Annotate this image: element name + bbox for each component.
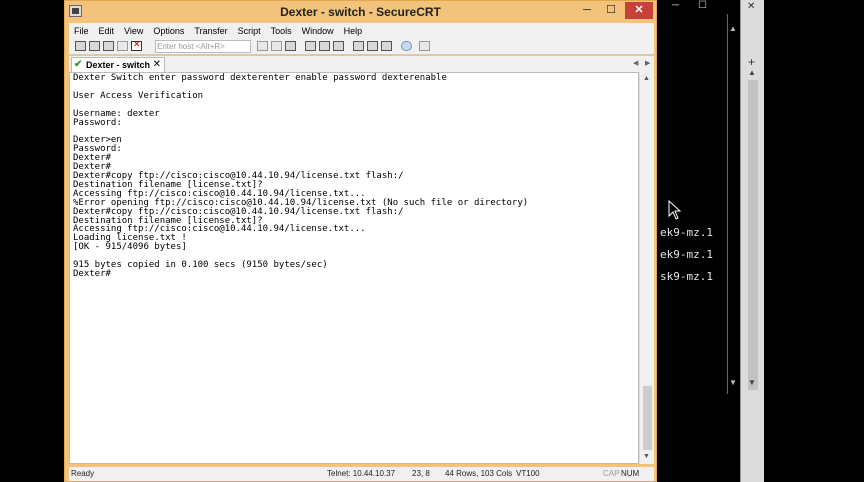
bg-terminal-line: ek9-mz.1 — [660, 226, 713, 239]
menu-bar: File Edit View Options Transfer Script T… — [69, 23, 654, 38]
scroll-up-icon[interactable]: ▲ — [643, 75, 650, 82]
window-title: Dexter - switch - SecureCRT — [280, 5, 441, 19]
panel-scroll-down-icon[interactable]: ▼ — [748, 378, 756, 387]
tab-next-icon[interactable]: ▶ — [645, 59, 650, 67]
status-bar: Ready Telnet: 10.44.10.37 23, 8 44 Rows,… — [69, 467, 654, 481]
settings-icon[interactable] — [353, 41, 364, 51]
bg-scroll-up-icon[interactable]: ▲ — [729, 24, 737, 33]
print-icon[interactable] — [305, 41, 316, 51]
tab-close-icon[interactable]: ✕ — [153, 58, 161, 72]
enter-host-input[interactable]: Enter host <Alt+R> — [155, 40, 251, 53]
status-ready: Ready — [71, 469, 95, 478]
key-icon[interactable] — [381, 41, 392, 51]
status-emulation: VT100 — [516, 469, 540, 478]
bg-terminal-line: sk9-mz.1 — [660, 270, 713, 283]
copy-icon[interactable] — [257, 41, 268, 51]
keymap-icon[interactable] — [419, 41, 430, 51]
terminal-line: Dexter Switch enter password dexterenter… — [73, 73, 447, 83]
quick-connect-icon[interactable] — [89, 41, 100, 51]
menu-options[interactable]: Options — [148, 26, 189, 36]
status-connection: Telnet: 10.44.10.37 — [327, 469, 396, 478]
mouse-cursor-icon — [668, 200, 682, 220]
menu-script[interactable]: Script — [233, 26, 266, 36]
menu-transfer[interactable]: Transfer — [189, 26, 232, 36]
menu-edit[interactable]: Edit — [94, 26, 120, 36]
menu-view[interactable]: View — [119, 26, 148, 36]
disconnect-icon[interactable] — [131, 39, 142, 51]
find-icon[interactable] — [285, 41, 296, 51]
status-cursor-position: 23, 8 — [412, 469, 430, 478]
terminal-line: 915 bytes copied in 0.100 secs (9150 byt… — [73, 260, 328, 271]
terminal-line: Dexter# — [73, 153, 111, 164]
print-selection-icon[interactable] — [333, 41, 344, 51]
terminal-line: Dexter>en — [73, 135, 122, 146]
panel-close-icon[interactable]: ✕ — [747, 1, 755, 12]
title-bar[interactable]: Dexter - switch - SecureCRT ─ ☐ ✕ — [65, 1, 656, 23]
connected-check-icon: ✔ — [74, 59, 83, 70]
status-num: NUM — [621, 469, 640, 478]
print-screen-icon[interactable] — [319, 41, 330, 51]
help-icon[interactable] — [401, 41, 412, 51]
toolbar: Enter host <Alt+R> — [69, 38, 654, 55]
background-right — [764, 0, 864, 482]
bg-minimize-icon[interactable]: ─ — [672, 0, 679, 11]
bg-scrollbar-track — [727, 14, 728, 394]
menu-window[interactable]: Window — [297, 26, 339, 36]
tab-label: Dexter - switch — [86, 60, 151, 70]
bg-terminal-line: ek9-mz.1 — [660, 248, 713, 261]
global-options-icon[interactable] — [367, 41, 378, 51]
panel-scroll-up-icon[interactable]: ▲ — [748, 68, 756, 77]
background-left — [0, 0, 64, 482]
maximize-button[interactable]: ☐ — [600, 2, 622, 19]
terminal-output[interactable]: Dexter Switch enter password dexterenter… — [69, 72, 639, 464]
menu-tools[interactable]: Tools — [266, 26, 297, 36]
scroll-down-icon[interactable]: ▼ — [643, 453, 650, 460]
terminal-text: Dexter Switch enter password dexterenter… — [73, 74, 528, 279]
securecrt-window: Dexter - switch - SecureCRT ─ ☐ ✕ File E… — [64, 0, 657, 482]
terminal-scrollbar[interactable]: ▲ ▼ — [639, 72, 654, 464]
status-size: 44 Rows, 103 Cols — [445, 469, 513, 478]
paste-icon[interactable] — [271, 41, 282, 51]
reconnect-icon[interactable] — [117, 41, 128, 51]
terminal-line: Password: — [73, 117, 122, 128]
tab-bar: ✔ Dexter - switch ✕ ◀ ▶ — [69, 56, 654, 72]
terminal-line: Username: dexter — [73, 108, 160, 119]
tab-dexter-switch[interactable]: ✔ Dexter - switch ✕ — [71, 57, 165, 72]
menu-file[interactable]: File — [69, 26, 94, 36]
close-button[interactable]: ✕ — [625, 2, 653, 19]
connect-icon[interactable] — [75, 41, 86, 51]
minimize-button[interactable]: ─ — [576, 2, 598, 19]
scroll-thumb[interactable] — [643, 386, 652, 450]
status-caps: CAP — [603, 469, 620, 478]
menu-help[interactable]: Help — [339, 26, 368, 36]
terminal-line: Dexter# — [73, 268, 111, 279]
bg-scroll-down-icon[interactable]: ▼ — [729, 378, 737, 387]
terminal-line: Password: — [73, 144, 122, 155]
add-icon[interactable]: + — [748, 55, 755, 69]
terminal-line: User Access Verification — [73, 90, 204, 101]
terminal-line: [OK - 915/4096 bytes] — [73, 242, 187, 253]
connect-tab-icon[interactable] — [103, 41, 114, 51]
bg-maximize-icon[interactable]: ☐ — [698, 0, 707, 11]
side-panel: ✕ + ▲ ▼ — [740, 0, 764, 482]
panel-scroll-thumb[interactable] — [748, 80, 758, 390]
tab-prev-icon[interactable]: ◀ — [633, 59, 638, 67]
